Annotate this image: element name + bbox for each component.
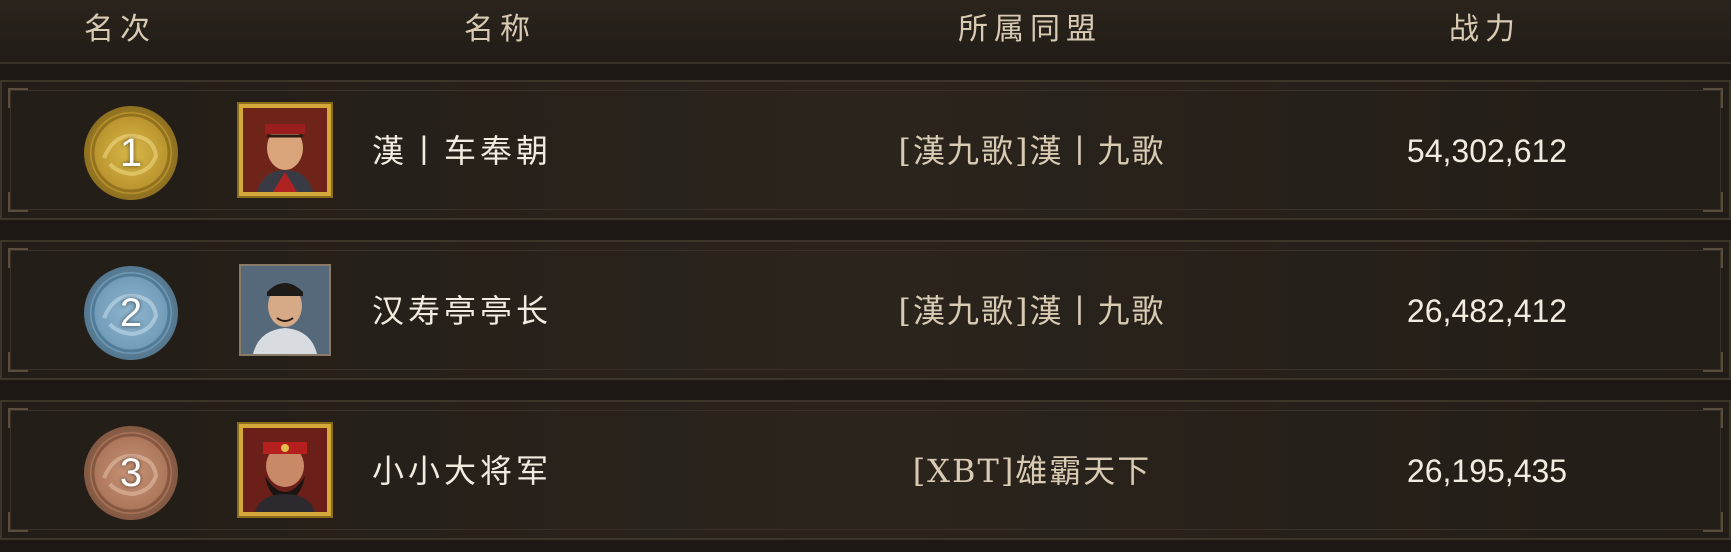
- player-name: 漢丨车奉朝: [372, 132, 553, 170]
- corner-ornament: [1703, 408, 1723, 428]
- player-avatar[interactable]: [239, 424, 331, 516]
- corner-ornament: [1703, 248, 1723, 268]
- rank-number: 2: [119, 290, 143, 335]
- bronze-medal-icon: 3: [84, 426, 178, 520]
- header-alliance: 所属同盟: [958, 12, 1102, 47]
- corner-ornament: [1703, 352, 1723, 372]
- alliance-name: [漢九歌]漢丨九歌: [898, 292, 1166, 330]
- corner-ornament: [8, 192, 28, 212]
- power-value: 26,482,412: [1406, 293, 1568, 329]
- corner-ornament: [8, 408, 28, 428]
- gold-medal-icon: 1: [84, 106, 178, 200]
- power-value: 26,195,435: [1406, 453, 1568, 489]
- rank-number: 3: [119, 450, 143, 495]
- ranking-row-3[interactable]: 3 小小大将军 [XBT]雄霸天下 26,195,435: [0, 400, 1731, 540]
- silver-medal-icon: 2: [84, 266, 178, 360]
- alliance-name: [漢九歌]漢丨九歌: [898, 132, 1166, 170]
- scholar-portrait-icon: [241, 266, 329, 354]
- corner-ornament: [8, 88, 28, 108]
- alliance-name: [XBT]雄霸天下: [912, 452, 1152, 490]
- corner-ornament: [8, 352, 28, 372]
- corner-ornament: [1703, 512, 1723, 532]
- header-power: 战力: [1449, 12, 1521, 47]
- power-value: 54,302,612: [1406, 133, 1568, 169]
- corner-ornament: [8, 248, 28, 268]
- ranking-row-2[interactable]: 2 汉寿亭亭长 [漢九歌]漢丨九歌 26,482,412: [0, 240, 1731, 380]
- header-name: 名称: [464, 12, 536, 47]
- corner-ornament: [1703, 192, 1723, 212]
- header-rank: 名次: [84, 12, 156, 47]
- ranking-header: 名次 名称 所属同盟 战力: [0, 0, 1731, 64]
- player-avatar[interactable]: [239, 264, 331, 356]
- ranking-row-1[interactable]: 1 漢丨车奉朝 [漢九歌]漢丨九歌 54,302,612: [0, 80, 1731, 220]
- corner-ornament: [8, 512, 28, 532]
- rank-number: 1: [119, 130, 143, 175]
- warrior-portrait-icon: [243, 428, 327, 512]
- general-portrait-icon: [243, 108, 327, 192]
- player-avatar[interactable]: [239, 104, 331, 196]
- corner-ornament: [1703, 88, 1723, 108]
- player-name: 小小大将军: [372, 452, 553, 490]
- player-name: 汉寿亭亭长: [372, 292, 553, 330]
